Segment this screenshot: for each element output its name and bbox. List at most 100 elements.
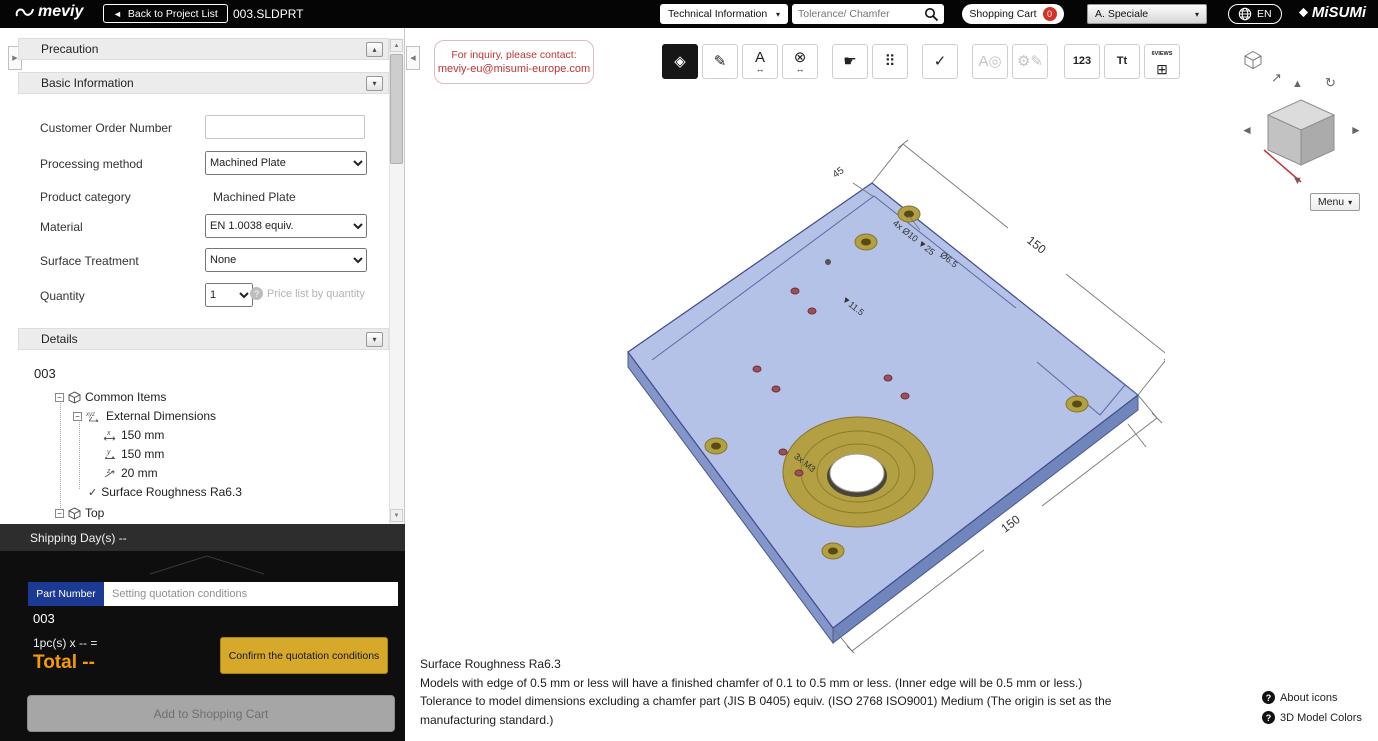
tree-item-top[interactable]: − Top — [55, 504, 104, 522]
model-colors-label: 3D Model Colors — [1280, 711, 1362, 724]
search-icon[interactable] — [924, 7, 939, 22]
tree-item-dimension-z[interactable]: z 20 mm — [103, 464, 158, 482]
annotation-zoom-button[interactable]: A◎ — [972, 44, 1008, 79]
x-axis-icon: x — [103, 430, 116, 441]
datum-target-icon: ◈ — [674, 53, 686, 70]
check-icon: ✓ — [88, 486, 98, 499]
3d-viewport[interactable]: 150 150 45 4x Ø10 ▼25 Ø6.5 ▼11.5 3x M3 — [420, 85, 1165, 653]
collapse-expander-icon[interactable]: − — [55, 392, 64, 402]
price-list-by-quantity-link[interactable]: ? Price list by quantity — [250, 287, 365, 300]
product-category-label: Product category — [40, 190, 131, 204]
processing-method-select[interactable]: Machined Plate — [205, 151, 367, 175]
search-input[interactable] — [792, 8, 924, 20]
dimension-remove-button[interactable]: ⊗ ↔ — [782, 44, 818, 79]
collapse-expander-icon[interactable]: − — [73, 411, 82, 421]
plate-model[interactable] — [627, 182, 1139, 645]
help-circle-icon: ? — [1262, 691, 1275, 704]
back-arrow-icon: ◄ — [113, 8, 122, 19]
back-button-label: Back to Project List — [127, 7, 218, 20]
quantity-select[interactable]: 1 — [205, 283, 253, 307]
scroll-up-button[interactable]: ▲ — [390, 39, 403, 52]
collapse-expander-icon[interactable]: − — [55, 508, 64, 518]
back-to-project-list-button[interactable]: ◄ Back to Project List — [103, 4, 228, 23]
section-header-precaution[interactable]: Precaution ▴ — [18, 38, 389, 60]
y-axis-icon: y — [104, 449, 115, 459]
confirm-quotation-button[interactable]: Confirm the quotation conditions — [220, 637, 388, 674]
quotation-conditions-field[interactable]: Setting quotation conditions — [104, 582, 398, 606]
note-line: Tolerance to model dimensions excluding … — [420, 694, 1112, 727]
tree-item-dimension-x[interactable]: x 150 mm — [103, 426, 164, 444]
customer-order-number-label: Customer Order Number — [40, 121, 173, 135]
technical-information-dropdown[interactable]: Technical Information ▾ — [660, 4, 788, 24]
tree-item-label: Common Items — [85, 390, 167, 404]
hole-pattern-button[interactable]: ⠿ — [872, 44, 908, 79]
scroll-down-button[interactable]: ▼ — [390, 509, 403, 522]
add-to-shopping-cart-button[interactable]: Add to Shopping Cart — [27, 695, 395, 732]
inquiry-contact-box: For inquiry, please contact: meviy-eu@mi… — [434, 40, 594, 84]
about-icons-label: About icons — [1280, 691, 1338, 704]
tree-item-label: 150 mm — [121, 447, 165, 461]
rotate-up-arrow[interactable]: ▲ — [1292, 79, 1303, 90]
language-label: EN — [1257, 8, 1272, 20]
shopping-cart-label: Shopping Cart — [969, 8, 1037, 20]
misumi-logo: MiSUMi — [1298, 4, 1366, 21]
customer-order-number-input[interactable] — [205, 115, 365, 139]
viewer-collapse-handle[interactable]: ◀ — [406, 46, 420, 70]
dimension-text-button[interactable]: A ↔ — [742, 44, 778, 79]
text-style-icon: Tt — [1116, 55, 1128, 67]
edit-measure-button[interactable]: ✎ — [702, 44, 738, 79]
precaution-label: Precaution — [41, 42, 99, 56]
datum-target-button[interactable]: ◈ — [662, 44, 698, 79]
tree-root-003[interactable]: 003 — [34, 366, 56, 381]
move-part-button[interactable]: ☛ — [832, 44, 868, 79]
part-number-tab[interactable]: Part Number — [28, 582, 104, 606]
xyz-axes-icon: xyz — [86, 412, 99, 422]
scrollbar-thumb[interactable] — [390, 54, 403, 164]
settings-edit-button[interactable]: ⚙✎ — [1012, 44, 1048, 79]
inquiry-label: For inquiry, please contact: — [451, 49, 577, 61]
surface-check-button[interactable]: ✓ — [922, 44, 958, 79]
about-icons-link[interactable]: ? About icons — [1262, 691, 1337, 704]
tree-item-label: 150 mm — [121, 428, 165, 442]
numbering-button[interactable]: 123 — [1064, 44, 1100, 79]
expand-section-button[interactable]: ▾ — [366, 332, 383, 347]
text-style-button[interactable]: Tt — [1104, 44, 1140, 79]
section-header-basic-information[interactable]: Basic Information ▾ — [18, 72, 389, 94]
tree-item-common-items[interactable]: − Common Items — [55, 388, 166, 406]
section-header-details[interactable]: Details ▾ — [18, 328, 389, 350]
language-button[interactable]: EN — [1228, 4, 1282, 24]
3d-model-colors-link[interactable]: ? 3D Model Colors — [1262, 711, 1362, 724]
tree-item-surface-roughness[interactable]: ✓ Surface Roughness Ra6.3 — [88, 483, 242, 501]
six-views-button[interactable]: 6VIEWS ⊞ — [1144, 44, 1180, 79]
surface-treatment-select[interactable]: None — [205, 248, 367, 272]
collapse-section-button[interactable]: ▴ — [366, 42, 383, 57]
minus-icon: − — [75, 411, 80, 421]
rotate-view-icon[interactable]: ↻ — [1325, 76, 1336, 89]
center-counterbore[interactable] — [782, 416, 934, 528]
meviy-logo[interactable]: meviy — [14, 3, 83, 21]
rotate-right-arrow[interactable]: ► — [1350, 124, 1362, 136]
orientation-cube[interactable] — [1256, 92, 1346, 184]
tree-item-dimension-y[interactable]: y 150 mm — [103, 445, 164, 463]
rotate-left-arrow[interactable]: ◄ — [1241, 124, 1253, 136]
isometric-view-icon[interactable]: ↗ — [1271, 71, 1282, 84]
material-label: Material — [40, 220, 83, 234]
fit-view-cube-icon[interactable] — [1243, 50, 1263, 70]
inquiry-email-link[interactable]: meviy-eu@misumi-europe.com — [438, 63, 590, 75]
edit-measure-icon: ✎ — [713, 53, 727, 70]
numbering-icon: 123 — [1072, 55, 1092, 67]
viewer-menu-button[interactable]: Menu ▾ — [1310, 193, 1360, 211]
tree-item-external-dimensions[interactable]: − xyz External Dimensions — [73, 407, 216, 425]
shopping-cart-button[interactable]: Shopping Cart 0 — [962, 4, 1064, 24]
chevron-up-icon: ▴ — [372, 45, 377, 54]
dimension-label[interactable]: 150 — [1024, 233, 1049, 257]
meviy-app: meviy ◄ Back to Project List 003.SLDPRT … — [0, 0, 1378, 741]
account-dropdown[interactable]: A. Speciale ▾ — [1087, 4, 1207, 24]
dimension-label[interactable]: 150 — [998, 512, 1023, 535]
settings-edit-icon: ⚙✎ — [1016, 53, 1043, 70]
chamfer-label[interactable]: 45 — [831, 165, 847, 181]
svg-text:y: y — [106, 449, 111, 456]
expand-section-button[interactable]: ▾ — [366, 76, 383, 91]
material-select[interactable]: EN 1.0038 equiv. — [205, 214, 367, 238]
tree-connector — [60, 398, 61, 510]
